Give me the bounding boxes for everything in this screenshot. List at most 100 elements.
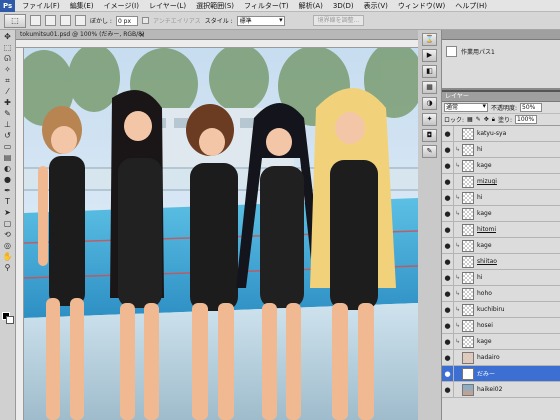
layer-row[interactable]: ● haikei02	[442, 381, 560, 398]
lasso-icon[interactable]: ᘏ	[1, 54, 14, 64]
menu-help[interactable]: ヘルプ(H)	[450, 0, 492, 12]
add-selection-button[interactable]	[45, 15, 56, 26]
pen-icon[interactable]: ✒	[1, 186, 14, 196]
visibility-eye-icon[interactable]: ●	[442, 317, 454, 334]
clipping-arrow-icon: ↳	[454, 274, 461, 281]
clipping-arrow-icon: ↳	[454, 306, 461, 313]
layer-row[interactable]: ● katyu-sya	[442, 126, 560, 142]
visibility-eye-icon[interactable]: ●	[442, 221, 454, 238]
visibility-eye-icon[interactable]: ●	[442, 269, 454, 286]
styles-panel-icon[interactable]: ✦	[422, 113, 437, 126]
layer-row[interactable]: ● hadairo	[442, 349, 560, 366]
visibility-eye-icon[interactable]: ●	[442, 173, 454, 190]
menu-3d[interactable]: 3D(D)	[328, 0, 359, 12]
actions-panel-icon[interactable]: ▶	[422, 49, 437, 62]
menu-window[interactable]: ウィンドウ(W)	[393, 0, 450, 12]
shape-icon[interactable]: ▢	[1, 219, 14, 229]
layer-row[interactable]: ● ↳ kage	[442, 237, 560, 254]
path-selection-icon[interactable]: ➤	[1, 208, 14, 218]
background-color-swatch[interactable]	[6, 316, 14, 324]
layer-row[interactable]: ● ↳ kage	[442, 157, 560, 174]
menu-select[interactable]: 選択範囲(S)	[191, 0, 239, 12]
lock-transparency-icon[interactable]: ▦	[467, 116, 473, 123]
subtract-selection-button[interactable]	[60, 15, 71, 26]
opacity-input[interactable]: 50%	[520, 103, 543, 112]
layer-row[interactable]: ● ↳ hi	[442, 141, 560, 158]
layer-row[interactable]: ● ↳ kage	[442, 333, 560, 350]
layer-row[interactable]: ● ↳ hosei	[442, 317, 560, 334]
healing-brush-icon[interactable]: ✚	[1, 98, 14, 108]
feather-input[interactable]: 0 px	[115, 15, 138, 26]
new-selection-button[interactable]	[30, 15, 41, 26]
menu-image[interactable]: イメージ(I)	[99, 0, 144, 12]
history-brush-icon[interactable]: ↺	[1, 131, 14, 141]
fill-input[interactable]: 100%	[515, 115, 537, 124]
document-tab[interactable]: tokumitsu01.psd @ 100% (だみー, RGB/8) ×	[16, 30, 418, 40]
menu-analysis[interactable]: 解析(A)	[294, 0, 328, 12]
tab-layers[interactable]: レイヤー	[445, 92, 469, 102]
hand-icon[interactable]: ✋	[1, 252, 14, 262]
zoom-icon[interactable]: ⚲	[1, 263, 14, 273]
visibility-eye-icon[interactable]: ●	[442, 365, 454, 382]
visibility-eye-icon[interactable]: ●	[442, 205, 454, 222]
visibility-eye-icon[interactable]: ●	[442, 285, 454, 302]
clone-stamp-icon[interactable]: ⊥	[1, 120, 14, 130]
visibility-eye-icon[interactable]: ●	[442, 141, 454, 158]
magic-wand-icon[interactable]: ✧	[1, 65, 14, 75]
intersect-selection-button[interactable]	[75, 15, 86, 26]
type-icon[interactable]: T	[1, 197, 14, 207]
document-close-button[interactable]: ×	[139, 30, 145, 40]
3d-orbit-icon[interactable]: ◎	[1, 241, 14, 251]
blend-mode-select[interactable]: 通常	[444, 102, 488, 112]
eyedropper-icon[interactable]: ⁄	[1, 87, 14, 97]
visibility-eye-icon[interactable]: ●	[442, 157, 454, 174]
crop-icon[interactable]: ⌗	[1, 76, 14, 86]
swatches-panel-icon[interactable]: ▦	[422, 81, 437, 94]
layer-row[interactable]: ● だみー	[442, 365, 560, 382]
history-item[interactable]: 作業用パス1	[446, 44, 556, 58]
antialias-checkbox[interactable]	[141, 17, 149, 24]
refine-edge-button[interactable]: 境界線を調整...	[312, 15, 365, 26]
layer-row[interactable]: ● mizugi	[442, 173, 560, 190]
tool-preset-picker[interactable]: ⬚	[4, 13, 26, 28]
move-icon[interactable]: ✥	[1, 32, 14, 42]
history-panel-icon[interactable]: ⌛	[422, 33, 437, 46]
menu-edit[interactable]: 編集(E)	[65, 0, 99, 12]
app-logo[interactable]: Ps	[0, 0, 16, 12]
visibility-eye-icon[interactable]: ●	[442, 237, 454, 254]
style-select[interactable]: 標準	[236, 15, 285, 26]
marquee-icon[interactable]: ⬚	[1, 43, 14, 53]
adjustments-panel-icon[interactable]: ◑	[422, 97, 437, 110]
lock-all-icon[interactable]: 🔒︎	[492, 116, 495, 124]
lock-position-icon[interactable]: ✥	[484, 116, 489, 123]
masks-panel-icon[interactable]: ◘	[422, 129, 437, 142]
menu-view[interactable]: 表示(V)	[359, 0, 393, 12]
layer-row[interactable]: ● ↳ kuchibiru	[442, 301, 560, 318]
dodge-icon[interactable]: ●	[1, 175, 14, 185]
visibility-eye-icon[interactable]: ●	[442, 381, 454, 398]
layer-row[interactable]: ● ↳ hi	[442, 189, 560, 206]
menu-layer[interactable]: レイヤー(L)	[144, 0, 191, 12]
visibility-eye-icon[interactable]: ●	[442, 349, 454, 366]
color-panel-icon[interactable]: ◧	[422, 65, 437, 78]
3d-rotate-icon[interactable]: ⟲	[1, 230, 14, 240]
visibility-eye-icon[interactable]: ●	[442, 333, 454, 350]
visibility-eye-icon[interactable]: ●	[442, 189, 454, 206]
blur-icon[interactable]: ◐	[1, 164, 14, 174]
brushes-panel-icon[interactable]: ✎	[422, 145, 437, 158]
image-canvas[interactable]	[24, 48, 418, 420]
menu-file[interactable]: ファイル(F)	[17, 0, 65, 12]
layer-row[interactable]: ● ↳ hi	[442, 269, 560, 286]
layer-row[interactable]: ● shiitao	[442, 253, 560, 270]
brush-icon[interactable]: ✎	[1, 109, 14, 119]
layer-row[interactable]: ● ↳ hoho	[442, 285, 560, 302]
visibility-eye-icon[interactable]: ●	[442, 301, 454, 318]
lock-pixels-icon[interactable]: ✎	[476, 116, 481, 123]
menu-filter[interactable]: フィルター(T)	[239, 0, 294, 12]
visibility-eye-icon[interactable]: ●	[442, 253, 454, 270]
visibility-eye-icon[interactable]: ●	[442, 126, 454, 142]
eraser-icon[interactable]: ▭	[1, 142, 14, 152]
layer-row[interactable]: ● ↳ kage	[442, 205, 560, 222]
layer-row[interactable]: ● hitomi	[442, 221, 560, 238]
gradient-icon[interactable]: ▤	[1, 153, 14, 163]
